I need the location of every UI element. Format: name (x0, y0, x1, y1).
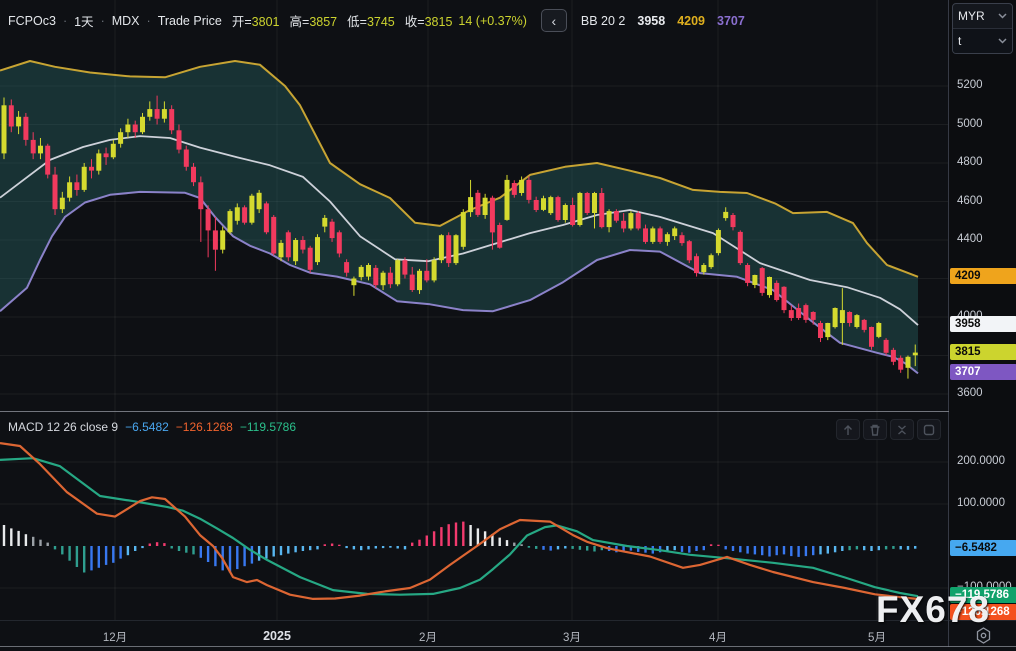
macd-legend: MACD 12 26 close 9 −6.5482 −126.1268 −11… (8, 420, 296, 434)
symbol-detail-widget: MYR t (952, 3, 1013, 54)
macd-histogram (3, 522, 917, 573)
bb-indicator-name[interactable]: BB 20 2 (581, 14, 626, 28)
macd-axis-badge: −119.5786 (950, 587, 1016, 603)
macd-axis-badge: −6.5482 (950, 540, 1016, 556)
price-pane-chart[interactable] (0, 0, 948, 413)
price-tick-label: 5200 (957, 79, 983, 91)
trading-chart-window: FCPOc3 · 1天 · MDX · Trade Price 开=3801 高… (0, 0, 1016, 651)
collapse-indicators-button[interactable]: ‹ (541, 9, 567, 32)
pane-maximize-button[interactable] (917, 419, 941, 440)
price-axis-badge: 3958 (950, 316, 1016, 332)
price-tick-label: 4600 (957, 195, 983, 207)
time-axis-label: 5月 (868, 629, 886, 645)
unit-select[interactable]: t (953, 28, 1012, 53)
time-axis-label: 12月 (103, 629, 127, 645)
price-tick-label: 4800 (957, 156, 983, 168)
ohlc-open: 开=3801 (232, 11, 280, 30)
chevron-left-icon: ‹ (552, 13, 557, 29)
macd-signal-value: −119.5786 (240, 420, 296, 434)
price-tick-label: 3600 (957, 387, 983, 399)
symbol-legend: FCPOc3 · 1天 · MDX · Trade Price 开=3801 高… (8, 9, 745, 32)
bb-basis-value: 3958 (637, 14, 665, 28)
macd-tick-label: 200.0000 (957, 455, 1005, 467)
macd-line-value: −126.1268 (176, 420, 233, 434)
price-tick-label: 4400 (957, 233, 983, 245)
bb-lower-value: 3707 (717, 14, 745, 28)
separator-dot: · (101, 14, 105, 28)
time-axis-label: 4月 (709, 629, 727, 645)
maximize-icon (922, 423, 936, 437)
macd-pane-toolbar (836, 419, 941, 440)
pane-collapse-button[interactable] (890, 419, 914, 440)
time-axis-settings-button[interactable] (974, 626, 993, 645)
arrow-up-icon (841, 423, 855, 437)
ohlc-close: 收=3815 (405, 11, 453, 30)
separator-dot: · (63, 14, 67, 28)
pane-move-up-button[interactable] (836, 419, 860, 440)
bb-fill-area (0, 61, 918, 373)
pane-divider-handle[interactable] (0, 411, 1016, 412)
currency-select[interactable]: MYR (953, 4, 1012, 28)
time-axis-label: 3月 (563, 629, 581, 645)
change-label: 14 (+0.37%) (458, 14, 526, 28)
separator-dot: · (147, 14, 151, 28)
chevron-down-icon (998, 38, 1007, 44)
ohlc-high: 高=3857 (289, 11, 337, 30)
price-axis-badge: 3815 (950, 344, 1016, 360)
macd-indicator-name[interactable]: MACD 12 26 close 9 (8, 420, 118, 434)
pane-delete-button[interactable] (863, 419, 887, 440)
price-tick-label: 5000 (957, 118, 983, 130)
macd-pane-chart[interactable] (0, 413, 948, 620)
series-type-label[interactable]: Trade Price (158, 14, 222, 28)
ohlc-low: 低=3745 (347, 11, 395, 30)
collapse-icon (895, 423, 909, 437)
symbol-name[interactable]: FCPOc3 (8, 14, 56, 28)
macd-axis-badge: −126.1268 (950, 604, 1016, 620)
macd-tick-label: 100.0000 (957, 497, 1005, 509)
macd-line (0, 443, 918, 599)
macd-signal-line (0, 458, 918, 596)
hexagon-settings-icon (974, 626, 993, 645)
price-axis-badge: 4209 (950, 268, 1016, 284)
price-axis-badge: 3707 (950, 364, 1016, 380)
exchange-label[interactable]: MDX (112, 14, 140, 28)
time-axis-label: 2025 (263, 629, 291, 643)
chevron-down-icon (998, 13, 1007, 19)
price-axis[interactable]: MYR t 5200500048004600440040003600420939… (949, 0, 1016, 620)
macd-hist-value: −6.5482 (125, 420, 169, 434)
time-axis-label: 2月 (419, 629, 437, 645)
bb-upper-value: 4209 (677, 14, 705, 28)
time-axis[interactable]: 12月 2025 2月 3月 4月 5月 (0, 621, 1016, 651)
interval-label[interactable]: 1天 (74, 11, 93, 30)
trash-icon (868, 423, 882, 437)
